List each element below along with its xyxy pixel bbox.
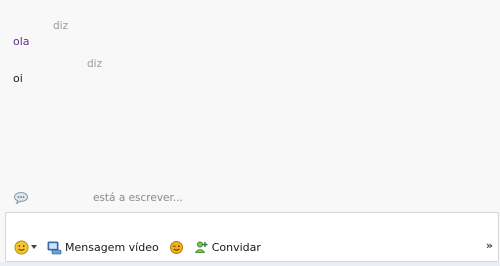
video-message-button[interactable]: Mensagem vídeo <box>44 236 162 258</box>
message-header: diz <box>53 20 69 32</box>
bottom-strip <box>0 262 500 266</box>
message-input[interactable] <box>6 213 498 233</box>
message-header: diz <box>87 58 103 70</box>
conversation-history: diz ola diz oi está a escrever... <box>0 0 500 210</box>
wink-icon <box>169 240 184 255</box>
message-text: oi <box>13 72 23 85</box>
emoticon-button[interactable] <box>11 236 40 258</box>
video-message-label: Mensagem vídeo <box>65 240 159 254</box>
invite-label: Convidar <box>211 240 261 254</box>
invite-button[interactable]: Convidar <box>191 236 264 258</box>
compose-toolbar: Mensagem vídeo Convidar » <box>6 235 498 259</box>
speech-bubble-icon <box>13 191 29 205</box>
message-text: ola <box>13 35 30 48</box>
typing-indicator: está a escrever... <box>13 190 313 206</box>
add-contact-icon <box>194 240 209 255</box>
expand-toolbar-button[interactable]: » <box>486 239 493 252</box>
smiley-icon <box>14 240 29 255</box>
typing-status-text: está a escrever... <box>93 192 183 204</box>
winks-button[interactable] <box>166 236 187 258</box>
compose-box[interactable]: Mensagem vídeo Convidar » <box>5 212 499 262</box>
chevron-down-icon <box>31 245 37 249</box>
video-message-icon <box>47 240 62 255</box>
